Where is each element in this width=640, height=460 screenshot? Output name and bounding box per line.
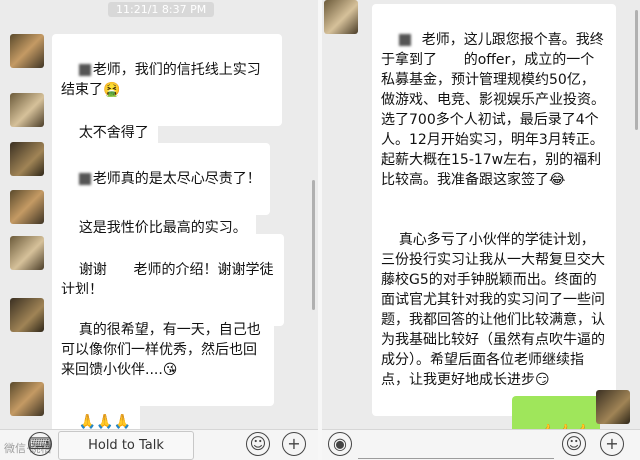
contact-avatar[interactable]: [10, 190, 44, 224]
redacted-name: [398, 34, 411, 46]
chat-input-bar: ◉ ☺ +: [322, 429, 640, 460]
chat-input-bar: 微信·跳槽 ⌨ Hold to Talk ☺ +: [0, 429, 318, 460]
contact-avatar[interactable]: [10, 34, 44, 68]
redacted-name: [78, 64, 91, 76]
hold-to-talk-button[interactable]: Hold to Talk: [58, 431, 194, 460]
contact-avatar[interactable]: [10, 93, 44, 127]
contact-avatar[interactable]: [10, 382, 44, 416]
emoji-icon[interactable]: ☺: [562, 432, 586, 456]
scrollbar[interactable]: [312, 180, 315, 310]
emoji-icon[interactable]: ☺: [246, 432, 270, 456]
contact-avatar[interactable]: [10, 142, 44, 176]
my-avatar[interactable]: [596, 390, 630, 424]
chat-panel-right: 老师，这儿跟您报个喜。我终于拿到了 的offer，成立的一个私募基金，预计管理规…: [322, 0, 640, 460]
message-input[interactable]: [358, 431, 554, 459]
scrollbar[interactable]: [635, 10, 638, 130]
contact-avatar[interactable]: [10, 236, 44, 270]
contact-avatar[interactable]: [324, 0, 358, 34]
message-timestamp: 11:21/1 8:37 PM: [108, 2, 215, 17]
contact-avatar[interactable]: [10, 298, 44, 332]
chat-panel-left: 11:21/1 8:37 PM 老师，我们的信托线上实习结束了🤮 太不舍得了 老…: [0, 0, 318, 460]
keyboard-toggle-icon[interactable]: ⌨: [28, 432, 52, 456]
add-icon[interactable]: +: [282, 432, 306, 456]
redacted-name: [78, 173, 91, 185]
add-icon[interactable]: +: [600, 432, 624, 456]
message-bubble[interactable]: 老师，这儿跟您报个喜。我终于拿到了 的offer，成立的一个私募基金，预计管理规…: [372, 4, 616, 216]
message-bubble[interactable]: 真心多亏了小伙伴的学徒计划，三份投行实习让我从一大帮复旦交大藤校G5的对手钟脱颖…: [372, 204, 616, 416]
voice-icon[interactable]: ◉: [328, 432, 352, 456]
